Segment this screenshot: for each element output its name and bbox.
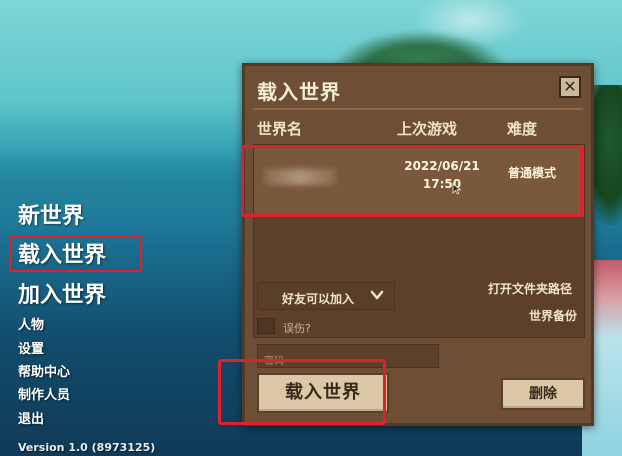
- chevron-down-icon: [370, 290, 384, 300]
- menu-credits[interactable]: 制作人员: [18, 389, 70, 402]
- friendly-fire-checkbox[interactable]: [257, 318, 275, 334]
- menu-join-world[interactable]: 加入世界: [18, 285, 106, 307]
- menu-character[interactable]: 人物: [18, 319, 44, 332]
- column-difficulty: 难度: [507, 120, 538, 138]
- version-label: Version 1.0 (8973125): [18, 441, 156, 454]
- privacy-dropdown-label: 好友可以加入: [282, 292, 355, 306]
- delete-button[interactable]: 删除: [501, 378, 585, 410]
- friendly-fire-label: 误伤?: [283, 322, 311, 335]
- world-backup-link[interactable]: 世界备份: [529, 307, 577, 324]
- column-last-played: 上次游戏: [397, 120, 458, 138]
- highlight-box-menu: [9, 236, 142, 272]
- column-world-name: 世界名: [257, 120, 303, 138]
- menu-exit[interactable]: 退出: [18, 413, 44, 426]
- open-folder-link[interactable]: 打开文件夹路径: [488, 280, 572, 297]
- highlight-box-load-button: [218, 359, 386, 425]
- close-icon[interactable]: ✕: [559, 76, 581, 98]
- menu-settings[interactable]: 设置: [18, 343, 44, 356]
- dialog-title: 载入世界: [257, 80, 341, 104]
- highlight-box-world-row: [241, 145, 583, 217]
- title-divider: [253, 108, 583, 110]
- menu-new-world[interactable]: 新世界: [18, 206, 84, 228]
- menu-help-center[interactable]: 帮助中心: [18, 366, 70, 379]
- privacy-dropdown[interactable]: 好友可以加入: [257, 282, 395, 310]
